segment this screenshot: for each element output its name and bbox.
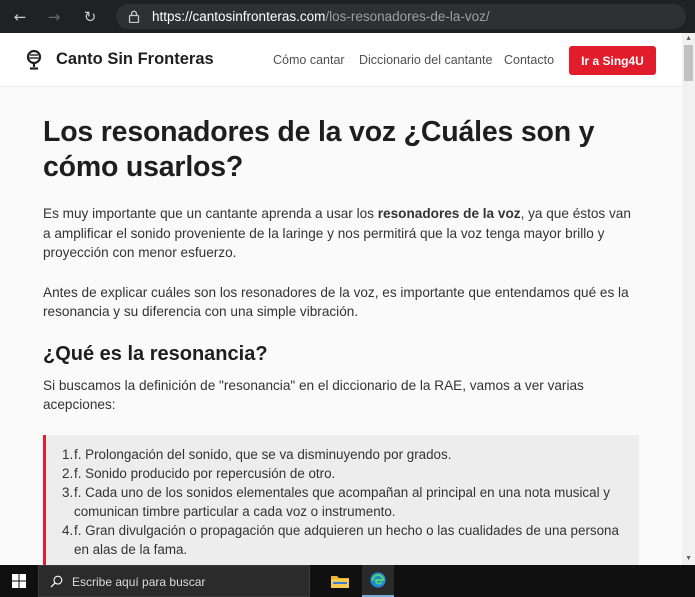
back-arrow-icon[interactable]: ← <box>9 6 31 28</box>
browser-toolbar: ← → ↻ https://cantosinfronteras.com/los-… <box>0 0 695 33</box>
scroll-thumb[interactable] <box>684 45 693 81</box>
definition-item: 2. f. Sonido producido por repercusión de… <box>62 464 621 483</box>
url-path: /los-resonadores-de-la-voz/ <box>325 9 490 24</box>
article-title: Los resonadores de la voz ¿Cuáles son y … <box>43 116 595 183</box>
sing4u-button[interactable]: Ir a Sing4U <box>569 46 656 75</box>
definition-number: 1. <box>62 446 74 462</box>
windows-taskbar: Escribe aquí para buscar <box>0 565 695 597</box>
definition-item: 3. f. Cada uno de los sonidos elementales… <box>62 483 621 521</box>
address-bar[interactable]: https://cantosinfronteras.com/los-resona… <box>116 4 686 29</box>
lock-icon <box>128 10 140 23</box>
definitions-list: 1. f. Prolongación del sonido, que se va … <box>62 445 621 559</box>
scroll-up-arrow-icon[interactable]: ▲ <box>685 35 692 42</box>
definition-text: f. Sonido producido por repercusión de o… <box>74 465 336 481</box>
reload-icon[interactable]: ↻ <box>79 6 101 28</box>
intro-text-start: Es muy importante que un cantante aprend… <box>43 206 378 221</box>
vertical-scrollbar[interactable]: ▲ ▼ <box>682 33 695 565</box>
definition-item: 1. f. Prolongación del sonido, que se va … <box>62 445 621 464</box>
definition-number: 4. <box>62 522 74 538</box>
nav-link-contacto[interactable]: Contacto <box>504 53 554 67</box>
section-heading: ¿Qué es la resonancia? <box>43 342 268 365</box>
nav-link-diccionario[interactable]: Diccionario del cantante <box>359 53 492 67</box>
taskbar-search-placeholder: Escribe aquí para buscar <box>72 575 206 589</box>
file-explorer-taskbar-button[interactable] <box>325 565 355 597</box>
microphone-logo-icon[interactable] <box>25 50 43 72</box>
definitions-blockquote: 1. f. Prolongación del sonido, que se va … <box>43 434 639 565</box>
article: Los resonadores de la voz ¿Cuáles son y … <box>43 115 641 565</box>
url-domain: https://cantosinfronteras.com <box>152 9 326 24</box>
url-text: https://cantosinfronteras.com/los-resona… <box>152 9 490 24</box>
taskbar-search-box[interactable]: Escribe aquí para buscar <box>38 565 310 597</box>
site-header: Canto Sin Fronteras Cómo cantar Dicciona… <box>0 33 682 87</box>
intro-paragraph: Es muy importante que un cantante aprend… <box>43 204 641 263</box>
folder-icon <box>331 576 349 588</box>
site-brand[interactable]: Canto Sin Fronteras <box>56 50 214 69</box>
second-paragraph: Antes de explicar cuáles son los resonad… <box>43 284 629 320</box>
rae-paragraph: Si buscamos la definición de "resonancia… <box>43 377 584 413</box>
definition-text: f. Gran divulgación o propagación que ad… <box>74 522 619 557</box>
nav-link-como-cantar[interactable]: Cómo cantar <box>273 53 345 67</box>
windows-start-icon[interactable] <box>12 574 26 588</box>
forward-arrow-icon[interactable]: → <box>43 6 65 28</box>
scroll-down-arrow-icon[interactable]: ▼ <box>685 555 692 562</box>
definition-text: f. Prolongación del sonido, que se va di… <box>74 446 452 462</box>
definition-number: 3. <box>62 484 74 500</box>
definition-text: f. Cada uno de los sonidos elementales q… <box>74 484 610 519</box>
edge-taskbar-button[interactable] <box>362 565 394 597</box>
page-viewport: Canto Sin Fronteras Cómo cantar Dicciona… <box>0 33 695 565</box>
definition-item: 4. f. Gran divulgación o propagación que … <box>62 521 621 559</box>
definition-number: 2. <box>62 465 74 481</box>
search-icon <box>50 575 63 588</box>
intro-bold-term: resonadores de la voz <box>377 206 521 221</box>
edge-icon <box>370 572 386 588</box>
